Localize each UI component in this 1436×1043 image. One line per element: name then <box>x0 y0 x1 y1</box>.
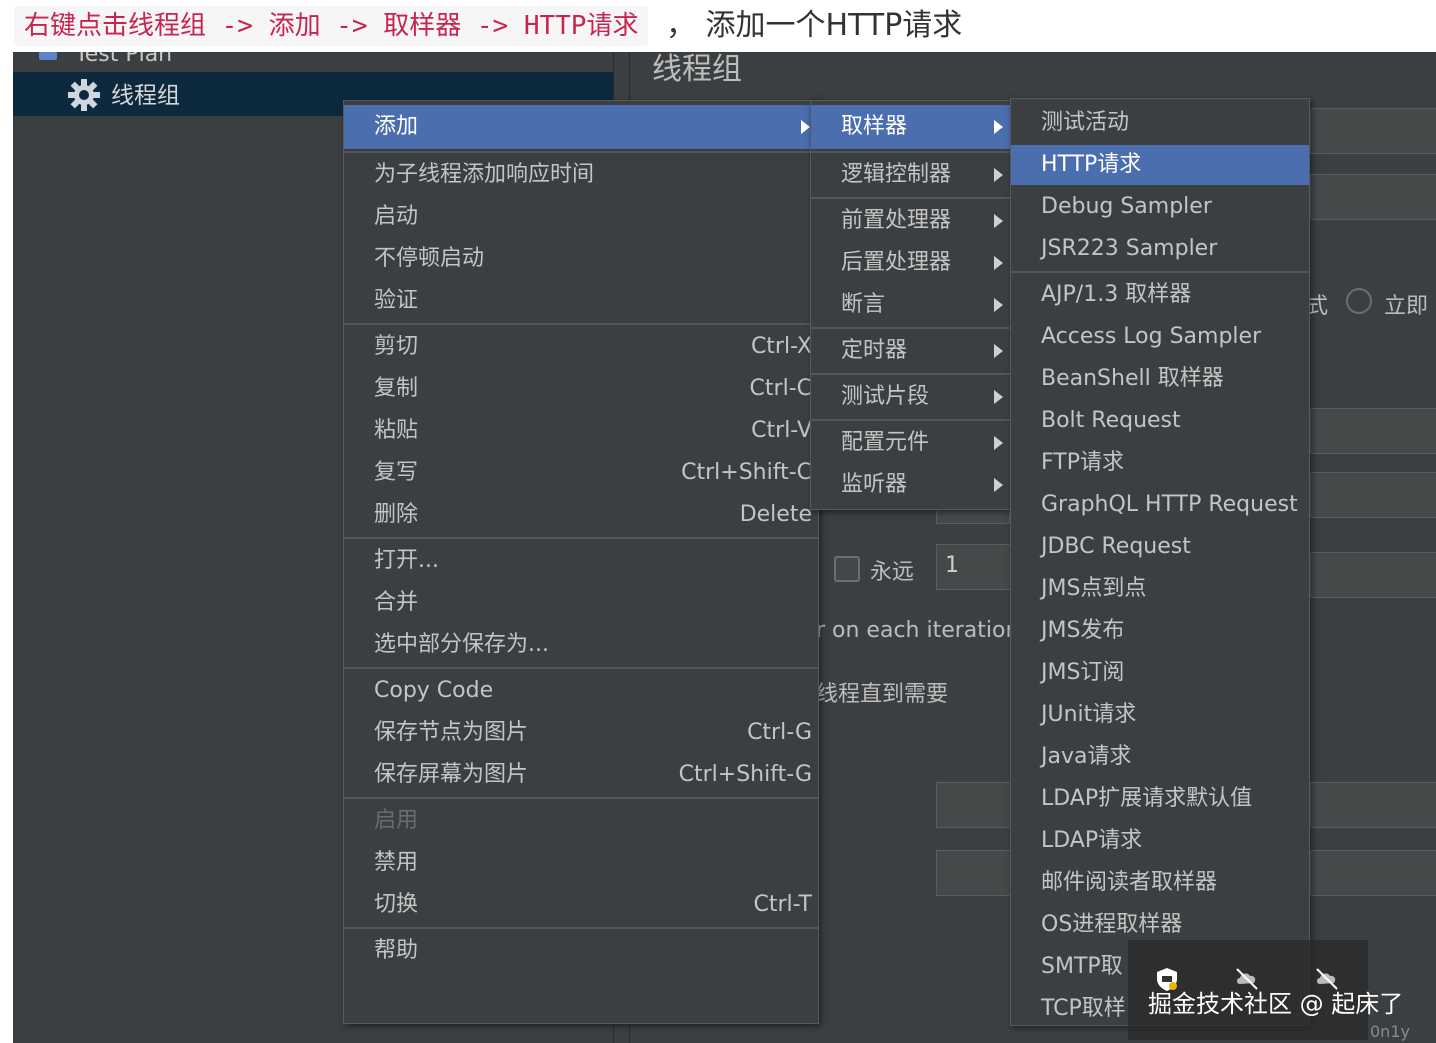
immediate-label: 立即 <box>1384 294 1429 319</box>
sampler-item-os-process[interactable]: OS进程取样器 <box>1011 905 1309 945</box>
submenu-arrow-icon <box>801 120 810 134</box>
threads-field[interactable] <box>1310 408 1436 454</box>
tutorial-caption: 右键点击线程组 -> 添加 -> 取样器 -> HTTP请求 ， 添加一个HTT… <box>0 0 1436 52</box>
menu-item-save-selection[interactable]: 选中部分保存为... <box>344 625 818 665</box>
forever-label: 永远 <box>870 560 915 585</box>
menu-item-enable: 启用 <box>374 808 419 833</box>
gear-icon <box>68 79 100 111</box>
submenu-item-config-element[interactable]: 配置元件 <box>811 423 1011 463</box>
menu-item-add-response-time[interactable]: 为子线程添加响应时间 <box>344 155 818 195</box>
sampler-item-java[interactable]: Java请求 <box>1011 737 1309 777</box>
submenu-arrow-icon <box>994 168 1003 182</box>
context-menu: 添加 为子线程添加响应时间 启动 不停顿启动 验证 剪切 Ctrl-X 复制 Ctr… <box>343 100 819 1024</box>
menu-item-save-node-image[interactable]: 保存节点为图片 Ctrl-G <box>344 713 818 753</box>
sampler-item-mail-reader[interactable]: 邮件阅读者取样器 <box>1011 863 1309 903</box>
submenu-arrow-icon <box>994 256 1003 270</box>
panel-title: 线程组 <box>652 52 742 87</box>
submenu-arrow-icon <box>994 298 1003 312</box>
menu-item-cut[interactable]: 剪切 Ctrl-X <box>344 327 818 367</box>
submenu-item-post-processor[interactable]: 后置处理器 <box>811 243 1011 283</box>
menu-item-disable[interactable]: 禁用 <box>344 843 818 883</box>
duration-field[interactable] <box>1310 552 1436 598</box>
menu-item-delete[interactable]: 删除 Delete <box>344 495 818 535</box>
submenu-arrow-icon <box>994 390 1003 404</box>
sampler-item-jms-publisher[interactable]: JMS发布 <box>1011 611 1309 651</box>
menu-item-help[interactable]: 帮助 <box>344 931 818 971</box>
forever-checkbox[interactable] <box>834 556 860 582</box>
delay-thread-label: 线程直到需要 <box>816 682 949 707</box>
sampler-item-jms-p2p[interactable]: JMS点到点 <box>1011 569 1309 609</box>
submenu-item-timer[interactable]: 定时器 <box>811 331 1011 371</box>
watermark-subtext: 0n1y <box>1370 1022 1410 1041</box>
sampler-item-ldap-ext[interactable]: LDAP扩展请求默认值 <box>1011 779 1309 819</box>
submenu-item-pre-processor[interactable]: 前置处理器 <box>811 201 1011 241</box>
menu-item-toggle[interactable]: 切换 Ctrl-T <box>344 885 818 925</box>
menu-item-open[interactable]: 打开... <box>344 541 818 581</box>
test-plan-icon <box>39 52 57 60</box>
submenu-arrow-icon <box>994 120 1003 134</box>
add-submenu: 取样器 逻辑控制器 前置处理器 后置处理器 断言 定时器 测试片段 配置元件 监… <box>810 100 1012 510</box>
menu-item-merge[interactable]: 合并 <box>344 583 818 623</box>
tree-node-label: 线程组 <box>111 83 180 109</box>
watermark-text: 掘金技术社区 @ 起床了 <box>1148 990 1404 1018</box>
jmeter-window: Test Plan 线程组 线程组 式 立即 永远 1 r on each it… <box>13 52 1436 1043</box>
sampler-item-http-request[interactable]: HTTP请求 <box>1011 145 1309 185</box>
menu-item-start-no-pauses[interactable]: 不停顿启动 <box>344 239 818 279</box>
sampler-item-junit[interactable]: JUnit请求 <box>1011 695 1309 735</box>
submenu-arrow-icon <box>994 214 1003 228</box>
tree-node-label: Test Plan <box>75 52 173 67</box>
sampler-item-jms-subscriber[interactable]: JMS订阅 <box>1011 653 1309 693</box>
sampler-item-debug[interactable]: Debug Sampler <box>1011 187 1309 227</box>
sampler-item-ldap[interactable]: LDAP请求 <box>1011 821 1309 861</box>
submenu-arrow-icon <box>994 436 1003 450</box>
sampler-item-jsr223[interactable]: JSR223 Sampler <box>1011 229 1309 269</box>
menu-item-duplicate[interactable]: 复写 Ctrl+Shift-C <box>344 453 818 493</box>
menu-item-add[interactable]: 添加 <box>344 105 818 149</box>
menu-item-save-screen-image[interactable]: 保存屏幕为图片 Ctrl+Shift-G <box>344 755 818 795</box>
immediate-radio[interactable] <box>1346 288 1372 314</box>
duration-seconds-field[interactable] <box>936 782 1012 828</box>
loop-count-field[interactable]: 1 <box>936 544 1012 590</box>
same-user-label: r on each iteration <box>816 618 1020 643</box>
sampler-submenu: 测试活动 HTTP请求 Debug Sampler JSR223 Sampler… <box>1010 98 1310 1026</box>
loop-count-value: 1 <box>945 553 959 578</box>
sampler-item-ftp[interactable]: FTP请求 <box>1011 443 1309 483</box>
submenu-arrow-icon <box>994 344 1003 358</box>
submenu-item-sampler[interactable]: 取样器 <box>811 105 1011 149</box>
caption-text: ， 添加一个HTTP请求 <box>666 8 963 43</box>
menu-item-copy[interactable]: 复制 Ctrl-C <box>344 369 818 409</box>
submenu-item-test-fragment[interactable]: 测试片段 <box>811 377 1011 417</box>
menu-item-validate[interactable]: 验证 <box>344 281 818 321</box>
sampler-item-beanshell[interactable]: BeanShell 取样器 <box>1011 359 1309 399</box>
delay-seconds-field[interactable] <box>936 850 1012 896</box>
menu-item-start[interactable]: 启动 <box>344 197 818 237</box>
menu-item-paste[interactable]: 粘贴 Ctrl-V <box>344 411 818 451</box>
rampup-field[interactable] <box>1310 472 1436 518</box>
submenu-item-listener[interactable]: 监听器 <box>811 465 1011 505</box>
submenu-item-assertion[interactable]: 断言 <box>811 285 1011 325</box>
watermark: 掘金技术社区 @ 起床了 <box>1128 940 1403 1040</box>
submenu-arrow-icon <box>994 478 1003 492</box>
sampler-item-jdbc[interactable]: JDBC Request <box>1011 527 1309 567</box>
menu-item-copy-code[interactable]: Copy Code <box>344 671 818 711</box>
submenu-item-logic-controller[interactable]: 逻辑控制器 <box>811 155 1011 195</box>
sampler-item-access-log[interactable]: Access Log Sampler <box>1011 317 1309 357</box>
startup-delay-field[interactable] <box>1310 782 1436 828</box>
sampler-item-ajp[interactable]: AJP/1.3 取样器 <box>1011 275 1309 315</box>
sampler-item-graphql[interactable]: GraphQL HTTP Request <box>1011 485 1309 525</box>
sampler-item-bolt[interactable]: Bolt Request <box>1011 401 1309 441</box>
extra-field[interactable] <box>1310 850 1436 896</box>
tree-node-test-plan[interactable]: Test Plan <box>13 52 613 70</box>
caption-code: 右键点击线程组 -> 添加 -> 取样器 -> HTTP请求 <box>14 6 649 46</box>
name-field[interactable] <box>1310 108 1436 154</box>
comment-field[interactable] <box>1310 174 1436 220</box>
sampler-item-test-action[interactable]: 测试活动 <box>1011 103 1309 143</box>
